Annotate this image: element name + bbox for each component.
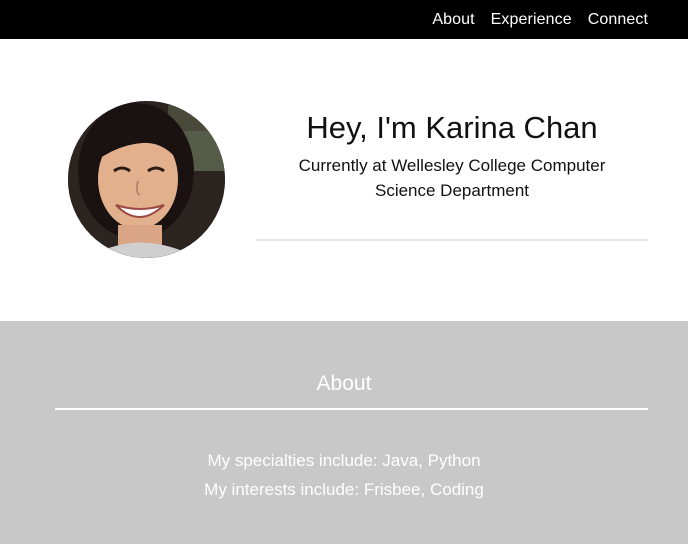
nav-link-connect[interactable]: Connect	[588, 11, 648, 29]
nav-links: About Experience Connect	[432, 0, 648, 39]
hero-subtitle: Currently at Wellesley College Computer …	[298, 156, 606, 200]
nav-link-experience[interactable]: Experience	[491, 11, 572, 29]
profile-photo-icon	[68, 101, 225, 258]
specialties-text: My specialties include: Java, Python	[207, 451, 481, 470]
top-navbar: About Experience Connect	[0, 0, 688, 39]
hero-section: Hey, I'm Karina Chan Currently at Welles…	[0, 39, 688, 321]
about-heading: About	[316, 372, 372, 395]
about-section: About My specialties include: Java, Pyth…	[0, 321, 688, 544]
page-title: Hey, I'm Karina Chan	[306, 110, 598, 145]
hero-divider	[256, 239, 648, 241]
interests-text: My interests include: Frisbee, Coding	[204, 480, 484, 499]
about-divider	[55, 408, 648, 410]
hero-text: Hey, I'm Karina Chan Currently at Welles…	[256, 107, 648, 203]
avatar	[68, 101, 225, 258]
nav-link-about[interactable]: About	[432, 11, 474, 29]
